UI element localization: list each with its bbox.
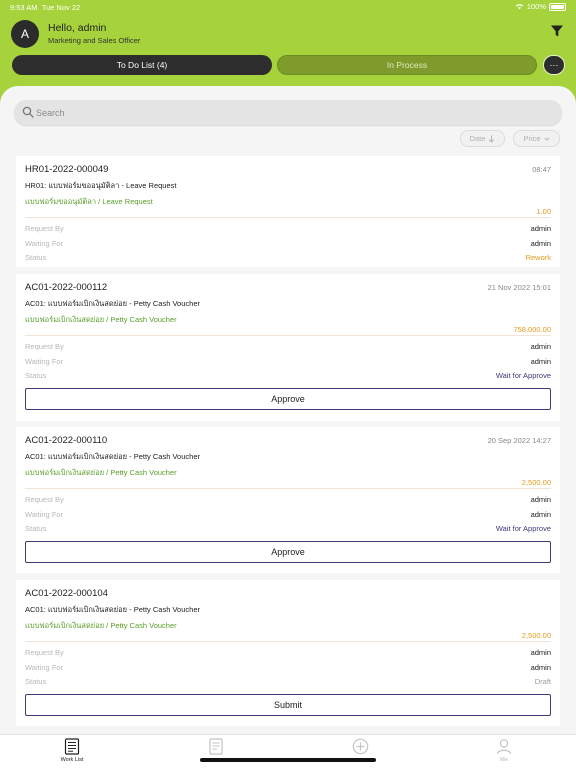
tab-in-process[interactable]: In Process (277, 55, 537, 75)
request-by-value: admin (530, 648, 551, 657)
sort-price-label: Price (523, 134, 541, 143)
divider (25, 641, 551, 642)
waiting-for-label: Waiting For (25, 663, 64, 672)
main-content: Date Price HR01-2022-000049 08:47 HR01: … (0, 86, 576, 736)
work-item-card[interactable]: AC01-2022-000110 20 Sep 2022 14:27 AC01:… (16, 427, 560, 573)
nav-label: Work List (60, 757, 84, 763)
document-subtitle: แบบฟอร์มเบิกเงินสดย่อย / Petty Cash Vouc… (25, 315, 177, 324)
user-role: Marketing and Sales Officer (48, 36, 141, 45)
worklist-icon (64, 738, 80, 755)
document-code: AC01-2022-000110 (25, 435, 108, 446)
work-item-card[interactable]: HR01-2022-000049 08:47 HR01: แบบฟอร์มขออ… (16, 156, 560, 267)
request-by-label: Request By (25, 648, 64, 657)
sort-date-label: Date (469, 134, 486, 143)
document-amount: 2,500.00 (521, 631, 551, 640)
document-subtitle: แบบฟอร์มเบิกเงินสดย่อย / Petty Cash Vouc… (25, 621, 177, 630)
status-label: Status (25, 253, 47, 262)
request-by-value: admin (530, 342, 551, 351)
waiting-for-value: admin (530, 357, 551, 366)
battery-icon (549, 2, 566, 11)
sort-date-button[interactable]: Date (460, 130, 505, 147)
avatar[interactable]: A (11, 20, 39, 48)
nav-label: Me (500, 757, 508, 763)
waiting-for-value: admin (530, 239, 551, 248)
waiting-for-label: Waiting For (25, 357, 64, 366)
user-icon (496, 739, 512, 755)
document-subtitle: แบบฟอร์มเบิกเงินสดย่อย / Petty Cash Vouc… (25, 468, 177, 477)
nav-work-list[interactable]: Work List (32, 738, 112, 768)
approve-button[interactable]: Approve (25, 388, 551, 410)
document-code: AC01-2022-000112 (25, 282, 108, 293)
tab-todo-list[interactable]: To Do List (4) (12, 55, 272, 75)
request-by-label: Request By (25, 342, 64, 351)
divider (25, 217, 551, 218)
work-item-card[interactable]: AC01-2022-000112 21 Nov 2022 15:01 AC01:… (16, 274, 560, 421)
status-time: 9:53 AM Tue Nov 22 (10, 3, 81, 12)
search-input[interactable] (36, 100, 546, 125)
work-item-card[interactable]: AC01-2022-000104 AC01: แบบฟอร์มเบิกเงินส… (16, 580, 560, 726)
document-title: HR01: แบบฟอร์มขออนุมัติลา - Leave Reques… (25, 181, 177, 190)
home-indicator (200, 758, 376, 762)
request-by-value: admin (530, 495, 551, 504)
status-label: Status (25, 524, 47, 533)
status-bar: 9:53 AM Tue Nov 22 100% (0, 0, 576, 14)
document-title: AC01: แบบฟอร์มเบิกเงินสดย่อย - Petty Cas… (25, 299, 200, 308)
request-by-value: admin (530, 224, 551, 233)
greeting-text: Hello, admin (48, 22, 107, 34)
document-icon (209, 738, 223, 755)
status-value: Wait for Approve (495, 371, 551, 380)
sort-price-button[interactable]: Price (513, 130, 560, 147)
waiting-for-label: Waiting For (25, 239, 64, 248)
status-value: Rework (525, 253, 551, 262)
nav-me[interactable]: Me (464, 738, 544, 768)
search-bar (14, 100, 562, 125)
add-circle-icon (352, 738, 368, 755)
document-time: 21 Nov 2022 15:01 (487, 283, 551, 292)
document-title: AC01: แบบฟอร์มเบิกเงินสดย่อย - Petty Cas… (25, 452, 200, 461)
document-amount: 1.00 (536, 207, 551, 216)
document-subtitle: แบบฟอร์มขออนุมัติลา / Leave Request (25, 197, 153, 206)
waiting-for-label: Waiting For (25, 510, 64, 519)
document-amount: 2,500.00 (521, 478, 551, 487)
more-button[interactable]: ··· (543, 55, 565, 75)
filter-icon[interactable] (550, 24, 564, 38)
document-time: 08:47 (532, 165, 551, 174)
divider (25, 488, 551, 489)
status-label: Status (25, 371, 47, 380)
wifi-icon (515, 4, 524, 10)
document-code: AC01-2022-000104 (25, 588, 108, 599)
status-label: Status (25, 677, 47, 686)
nav-add[interactable] (320, 738, 400, 768)
document-time: 20 Sep 2022 14:27 (487, 436, 551, 445)
waiting-for-value: admin (530, 663, 551, 672)
document-title: AC01: แบบฟอร์มเบิกเงินสดย่อย - Petty Cas… (25, 605, 200, 614)
approve-button[interactable]: Approve (25, 541, 551, 563)
submit-button[interactable]: Submit (25, 694, 551, 716)
bottom-nav: Work List Me (0, 734, 576, 768)
divider (25, 335, 551, 336)
chevron-down-icon (544, 137, 549, 141)
nav-documents[interactable] (176, 738, 256, 768)
document-amount: 758,000.00 (513, 325, 551, 334)
status-value: Draft (534, 677, 551, 686)
status-value: Wait for Approve (495, 524, 551, 533)
battery-percent: 100% (526, 2, 546, 11)
request-by-label: Request By (25, 224, 64, 233)
request-by-label: Request By (25, 495, 64, 504)
document-code: HR01-2022-000049 (25, 164, 109, 175)
arrow-down-icon (489, 135, 495, 143)
status-right: 100% (515, 2, 566, 11)
search-icon (22, 106, 34, 118)
waiting-for-value: admin (530, 510, 551, 519)
